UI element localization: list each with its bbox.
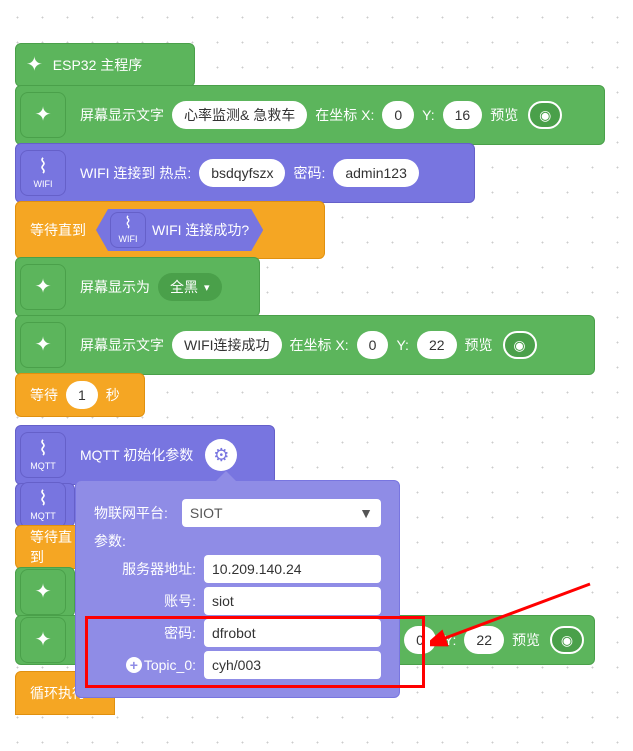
program-icon: ✦: [26, 55, 43, 75]
password-label: 密码:: [94, 623, 204, 643]
topic-input[interactable]: cyh/003: [204, 651, 381, 679]
preview-eye-2[interactable]: ◉: [503, 331, 537, 359]
mqtt-icon-nub-2: ⌇ MQTT: [20, 482, 66, 528]
display-text-value-2[interactable]: WIFI连接成功: [172, 331, 282, 359]
coord-x-label: 在坐标 X:: [315, 105, 374, 125]
display-as-label: 屏幕显示为: [80, 277, 150, 297]
mqtt-init-block[interactable]: ⌇ MQTT MQTT 初始化参数 ⚙: [15, 425, 275, 485]
display-fill-dropdown[interactable]: 全黑: [158, 273, 222, 301]
mqtt-icon: ⌇: [38, 439, 48, 459]
server-label: 服务器地址:: [94, 559, 204, 579]
password-input[interactable]: dfrobot: [204, 619, 381, 647]
coord-x-input-2[interactable]: 0: [357, 331, 389, 359]
coord-y-input-1[interactable]: 16: [443, 101, 483, 129]
wifi-icon-nub: ⌇ WIFI: [20, 150, 66, 196]
wait-block[interactable]: 等待 1 秒: [15, 373, 145, 417]
gear-icon[interactable]: ⚙: [205, 439, 237, 471]
display-text-block-2[interactable]: ✦ 屏幕显示文字 WIFI连接成功 在坐标 X: 0 Y: 22 预览 ◉: [15, 315, 595, 375]
eye-icon: ◉: [561, 632, 573, 649]
coord-x-input-1[interactable]: 0: [382, 101, 414, 129]
wifi-icon: ⌇: [38, 157, 48, 177]
display-icon-2: ✦: [20, 264, 66, 310]
wait-label: 等待: [30, 385, 58, 405]
wait-value[interactable]: 1: [66, 381, 98, 409]
display-text-block-1[interactable]: ✦ 屏幕显示文字 心率监测& 急救车 在坐标 X: 0 Y: 16 预览 ◉: [15, 85, 605, 145]
plus-icon[interactable]: +: [126, 657, 142, 673]
preview-eye-3[interactable]: ◉: [550, 626, 584, 654]
wait-until-label: 等待直到: [30, 220, 86, 240]
wifi-connected-hex[interactable]: ⌇ WIFI WIFI 连接成功?: [96, 209, 263, 251]
topic-label: + Topic_0:: [94, 657, 204, 673]
wifi-icon-nub-2: ⌇ WIFI: [110, 212, 146, 248]
display-fill-block[interactable]: ✦ 屏幕显示为 全黑: [15, 257, 260, 317]
main-program-block[interactable]: ✦ ESP32 主程序: [15, 43, 195, 87]
eye-icon: ◉: [513, 337, 525, 354]
chevron-down-icon: ▼: [359, 505, 373, 521]
wait-until-block[interactable]: 等待直到 ⌇ WIFI WIFI 连接成功?: [15, 201, 325, 259]
wifi-connect-label: WIFI 连接到 热点:: [80, 163, 191, 183]
account-input[interactable]: siot: [204, 587, 381, 615]
display-text-label-2: 屏幕显示文字: [80, 335, 164, 355]
mqtt-icon-nub: ⌇ MQTT: [20, 432, 66, 478]
coord-y-label: Y:: [422, 107, 434, 123]
preview-label: 预览: [490, 105, 518, 125]
display-text-label: 屏幕显示文字: [80, 105, 164, 125]
eye-icon: ◉: [539, 107, 551, 124]
wifi-connected-label: WIFI 连接成功?: [152, 220, 249, 240]
platform-select[interactable]: SIOT ▼: [182, 499, 381, 527]
display-block-stub-1[interactable]: ✦: [15, 567, 75, 617]
wifi-connect-block[interactable]: ⌇ WIFI WIFI 连接到 热点: bsdqyfszx 密码: admin1…: [15, 143, 475, 203]
wifi-pwd-label: 密码:: [293, 163, 325, 183]
account-label: 账号:: [94, 591, 204, 611]
server-input[interactable]: 10.209.140.24: [204, 555, 381, 583]
mqtt-init-label: MQTT 初始化参数: [80, 445, 193, 465]
wifi-ssid-input[interactable]: bsdqyfszx: [199, 159, 285, 187]
wifi-pwd-input[interactable]: admin123: [333, 159, 419, 187]
display-icon: ✦: [20, 92, 66, 138]
params-label: 参数:: [94, 531, 126, 551]
main-program-label: ESP32 主程序: [53, 55, 142, 75]
display-icon-3: ✦: [20, 322, 66, 368]
coord-x-input-3[interactable]: 0: [404, 626, 436, 654]
platform-label: 物联网平台:: [94, 503, 176, 523]
coord-y-input-2[interactable]: 22: [417, 331, 457, 359]
mqtt-block-2[interactable]: ⌇ MQTT: [15, 483, 75, 527]
wait-sec-label: 秒: [106, 385, 120, 405]
preview-eye-1[interactable]: ◉: [528, 101, 562, 129]
display-text-value-1[interactable]: 心率监测& 急救车: [172, 101, 307, 129]
mqtt-config-popup: 物联网平台: SIOT ▼ 参数: 服务器地址: 10.209.140.24 账…: [75, 480, 400, 698]
coord-y-input-3[interactable]: 22: [464, 626, 504, 654]
